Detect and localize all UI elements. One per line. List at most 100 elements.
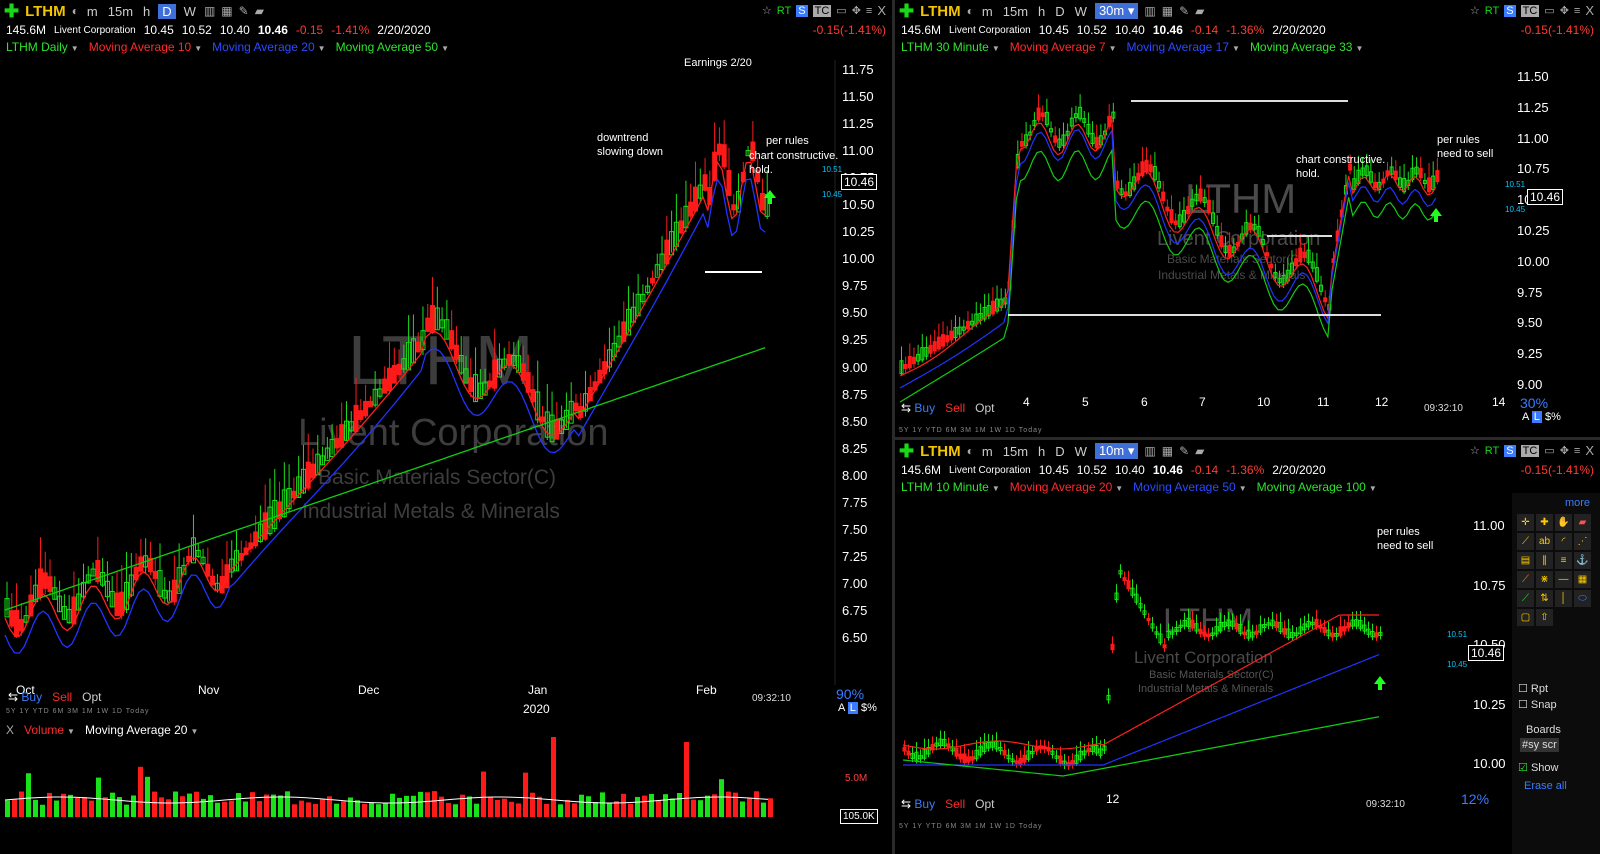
marker-icon[interactable]: ▰: [1574, 514, 1591, 531]
rect-icon[interactable]: ▢: [1517, 609, 1534, 626]
crosshair-icon[interactable]: ✛: [1517, 514, 1534, 531]
range-buttons[interactable]: 5Y 1Y YTD 6M 3M 1M 1W 1D Today: [6, 708, 149, 715]
volume-bar: [236, 793, 241, 817]
candle: [1374, 632, 1379, 638]
tr-x-tick: 14: [1492, 395, 1506, 409]
arrows-icon[interactable]: ⇅: [1536, 590, 1553, 607]
rpt-checkbox[interactable]: ☐ Rpt: [1518, 682, 1548, 695]
anchor-icon[interactable]: ⚓: [1574, 552, 1591, 569]
opt-button[interactable]: Opt: [82, 690, 101, 704]
candle: [1122, 577, 1127, 582]
opt-button[interactable]: Opt: [975, 401, 994, 415]
shapes-icon[interactable]: ▦: [1574, 571, 1591, 588]
volume-bar: [418, 791, 423, 817]
volume-bar: [593, 802, 598, 817]
opt-button[interactable]: Opt: [975, 797, 994, 811]
sell-button[interactable]: Sell: [945, 401, 965, 415]
volume-chart: [4, 737, 773, 817]
zoom-level[interactable]: 90%: [836, 686, 864, 702]
volume-bar: [768, 798, 773, 817]
candle: [14, 610, 20, 637]
text-icon[interactable]: ab: [1536, 533, 1553, 550]
left-y-tick: 6.75: [842, 602, 868, 618]
candle: [970, 756, 975, 761]
candle: [1014, 760, 1019, 764]
candle: [946, 743, 951, 748]
show-checkbox[interactable]: ☑ Show: [1518, 761, 1558, 774]
volume-panel: X Volume ▼ Moving Average 20 ▼ 5.0M 105.0K: [0, 720, 892, 854]
fib-icon[interactable]: ≡: [1555, 552, 1572, 569]
range-buttons[interactable]: 5Y 1Y YTD 6M 3M 1M 1W 1D Today: [899, 427, 1042, 434]
volume-bar: [628, 803, 633, 817]
left-y-tick: 11.25: [842, 116, 874, 132]
scale-controls[interactable]: A L $%: [1522, 411, 1561, 423]
tr-y-tick: 9.50: [1517, 315, 1543, 331]
top-right-panel: ✚ LTHM ◐ m 15m h D W 30m ▾ ▥ ▦ ✎ ▰ ☆ RT …: [895, 0, 1600, 437]
left-y-tick: 8.00: [842, 467, 868, 483]
candle: [1019, 140, 1024, 147]
left-price-chart[interactable]: [0, 0, 892, 720]
ellipse-icon[interactable]: ⬭: [1574, 590, 1591, 607]
candle: [1248, 222, 1253, 230]
sell-button[interactable]: Sell: [945, 797, 965, 811]
left-y-tick: 10.00: [842, 251, 875, 267]
trend-icon[interactable]: ⟋: [1517, 590, 1534, 607]
grid-icon[interactable]: ▤: [1517, 552, 1534, 569]
pitch-icon[interactable]: ⋇: [1536, 571, 1553, 588]
snap-checkbox[interactable]: ☐ Snap: [1518, 698, 1557, 711]
tr-price-chart[interactable]: [895, 0, 1600, 437]
price-tag: 10.46: [1527, 189, 1564, 205]
line-icon[interactable]: ⟋: [1517, 533, 1534, 550]
volume-bar: [523, 772, 528, 817]
candle: [1393, 170, 1398, 180]
boards-select[interactable]: #sy scr: [1520, 738, 1559, 752]
candle: [688, 201, 694, 217]
candle: [1269, 263, 1274, 269]
volume-bar: [390, 793, 395, 817]
volume-bar: [138, 766, 143, 817]
volume-bar: [110, 792, 115, 817]
hand-icon[interactable]: ✋: [1555, 514, 1572, 531]
candle: [1162, 644, 1167, 649]
ray-icon[interactable]: ⟋: [1517, 571, 1534, 588]
tr-y-tick: 9.25: [1517, 346, 1543, 362]
zoom-level[interactable]: 30%: [1520, 395, 1548, 411]
candle: [1435, 170, 1440, 183]
buy-button[interactable]: ⇆ Buy: [8, 690, 42, 704]
scale-controls[interactable]: A L $%: [838, 702, 877, 714]
buy-button[interactable]: ⇆ Buy: [901, 797, 935, 811]
left-y-tick: 7.75: [842, 494, 868, 510]
hold-note: hold.: [749, 164, 773, 176]
erase-all-link[interactable]: Erase all: [1524, 780, 1567, 792]
arc-icon[interactable]: ◜: [1555, 533, 1572, 550]
sell-button[interactable]: Sell: [52, 690, 72, 704]
volume-bar: [180, 796, 185, 817]
pointer-icon[interactable]: ✚: [1536, 514, 1553, 531]
candle: [1190, 619, 1195, 629]
ma17-line: [899, 128, 1437, 389]
vline-icon[interactable]: │: [1555, 590, 1572, 607]
candle: [902, 746, 907, 752]
buy-button[interactable]: ⇆ Buy: [901, 401, 935, 415]
candle: [554, 419, 560, 440]
hline-icon[interactable]: —: [1555, 571, 1572, 588]
left-x-tick: Nov: [198, 683, 220, 697]
earnings-note: Earnings 2/20: [684, 57, 752, 69]
volume-bar: [12, 799, 17, 817]
range-buttons[interactable]: 5Y 1Y YTD 6M 3M 1M 1W 1D Today: [899, 823, 1042, 830]
candle: [958, 753, 963, 760]
order-buttons: ⇆ Buy Sell Opt: [901, 401, 994, 415]
volume-bar: [432, 791, 437, 817]
candle: [1146, 617, 1151, 622]
tr-y-tick: 10.25: [1517, 223, 1550, 238]
candle: [1373, 181, 1378, 189]
candle: [291, 490, 297, 499]
more-link[interactable]: more: [1565, 497, 1590, 509]
volume-bar: [474, 803, 479, 817]
up-arrow-icon[interactable]: ⇧: [1536, 609, 1553, 626]
fan-icon[interactable]: ⋰: [1574, 533, 1591, 550]
channel-icon[interactable]: ∥: [1536, 552, 1553, 569]
candle: [453, 344, 459, 360]
zoom-level[interactable]: 12%: [1461, 791, 1489, 807]
volume-bar: [194, 791, 199, 817]
